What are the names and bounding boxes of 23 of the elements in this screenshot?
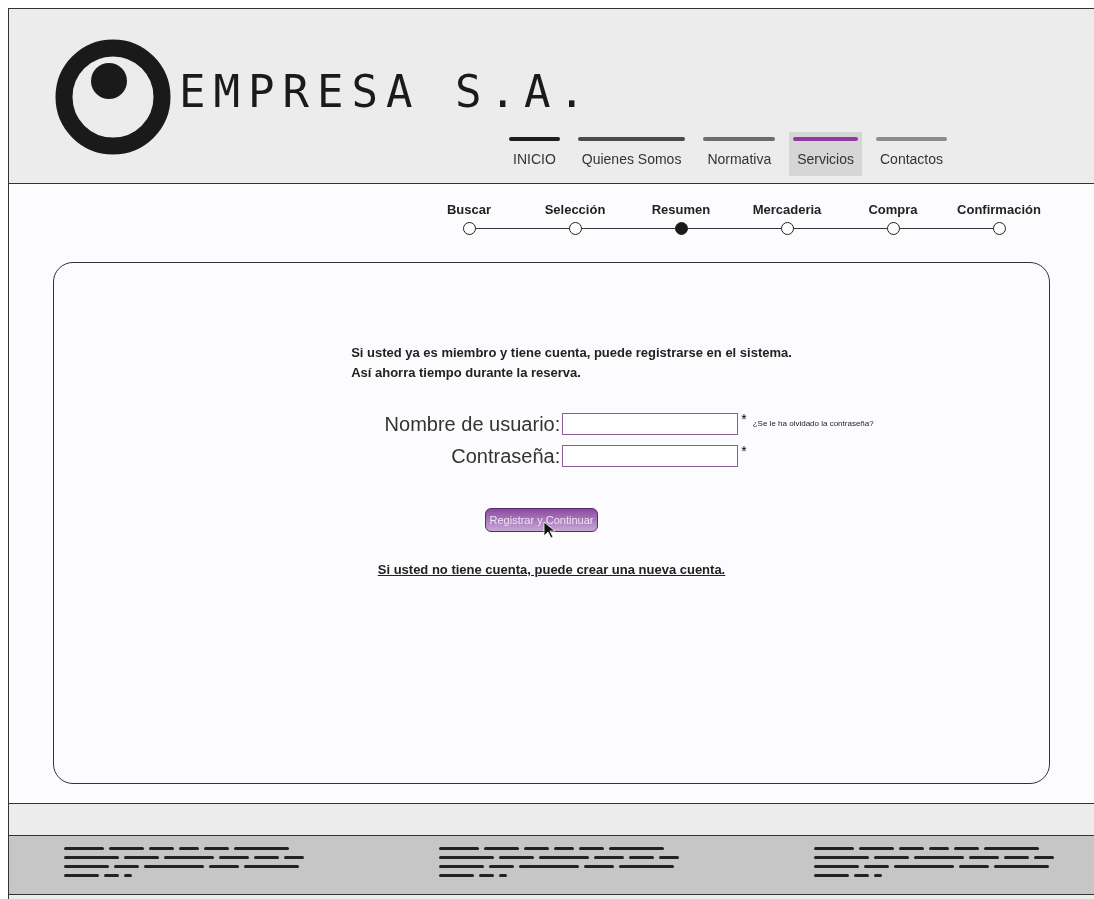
logo-icon <box>55 39 171 155</box>
forgot-password-link[interactable]: ¿Se le ha olvidado la contraseña? <box>752 417 903 430</box>
required-mark: * <box>741 409 747 429</box>
nav-tab[interactable]: Servicios <box>789 132 862 176</box>
nav-tab[interactable]: INICIO <box>505 132 564 176</box>
field-label: Contraseña: <box>450 443 561 469</box>
step-label: Buscar <box>446 201 492 219</box>
create-account-link[interactable]: Si usted no tiene cuenta, puede crear una nueva cuenta. <box>377 559 726 580</box>
step-label: Resumen <box>651 201 711 219</box>
nav-tab[interactable]: Quienes Somos <box>573 132 690 176</box>
step-label: Compra <box>868 201 918 219</box>
step-label: Confirmación <box>957 201 1041 219</box>
field-label: Nombre de usuario: <box>383 411 561 437</box>
nav-tab[interactable]: Contactos <box>872 132 952 176</box>
logo-text: EMPRESA S.A. <box>179 65 593 119</box>
input-field[interactable] <box>562 412 739 435</box>
intro-text: Así ahorra tiempo durante la reserva. <box>351 363 582 382</box>
intro-text: Si usted ya es miembro y tiene cuenta, puede registrarse en el sistema. <box>351 343 792 362</box>
input-field[interactable] <box>562 444 739 467</box>
step-label: Mercaderia <box>752 201 822 219</box>
nav-tab[interactable]: Normativa <box>699 132 780 176</box>
step-label: Selección <box>544 201 606 219</box>
required-mark: * <box>741 441 747 461</box>
